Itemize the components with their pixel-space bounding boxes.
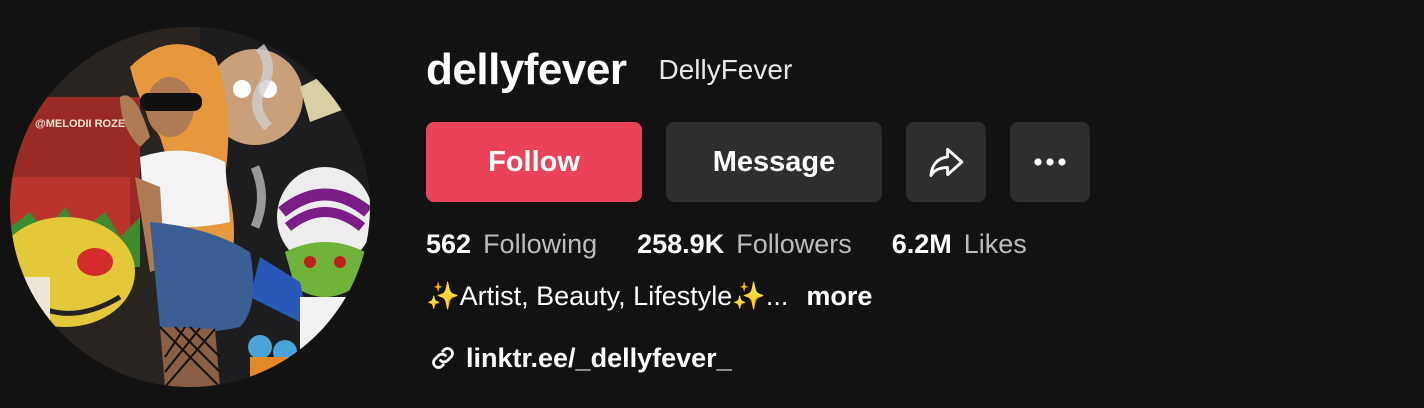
bio-text: ✨Artist, Beauty, Lifestyle✨... [426,281,789,311]
follow-button[interactable]: Follow [426,122,642,202]
likes-count: 6.2M [891,229,952,259]
following-count: 562 [426,229,472,259]
more-options-button[interactable] [1010,122,1090,202]
stat-following[interactable]: 562 Following [426,224,597,264]
stat-followers[interactable]: 258.9K Followers [637,224,852,264]
link-icon [428,343,458,373]
followers-count: 258.9K [637,229,725,259]
stat-likes: 6.2M Likes [892,224,1027,264]
share-arrow-icon [929,147,964,177]
ellipsis-icon [1034,158,1066,166]
followers-label: Followers [736,229,852,259]
avatar-image: @MELODII ROZE [10,27,370,387]
bio: ✨Artist, Beauty, Lifestyle✨... more [426,276,872,316]
message-button[interactable]: Message [666,122,882,202]
profile-header: @MELODII ROZE dellyfever DellyFever Foll… [0,0,1424,408]
action-buttons: Follow Message [426,122,1090,202]
profile-stats: 562 Following 258.9K Followers 6.2M Like… [426,224,1067,264]
following-label: Following [483,229,598,259]
display-name: DellyFever [658,54,793,85]
profile-info: dellyfever DellyFever Follow Message 562… [426,40,1090,373]
name-row: dellyfever DellyFever [426,40,792,100]
profile-link-text: linktr.ee/_dellyfever_ [466,343,732,373]
avatar-wall-text: @MELODII ROZE [35,118,125,130]
profile-link[interactable]: linktr.ee/_dellyfever_ [428,338,732,378]
share-button[interactable] [906,122,986,202]
bio-more-link[interactable]: more [806,276,872,316]
username: dellyfever [426,45,627,94]
avatar[interactable]: @MELODII ROZE [10,27,370,387]
likes-label: Likes [963,229,1027,259]
